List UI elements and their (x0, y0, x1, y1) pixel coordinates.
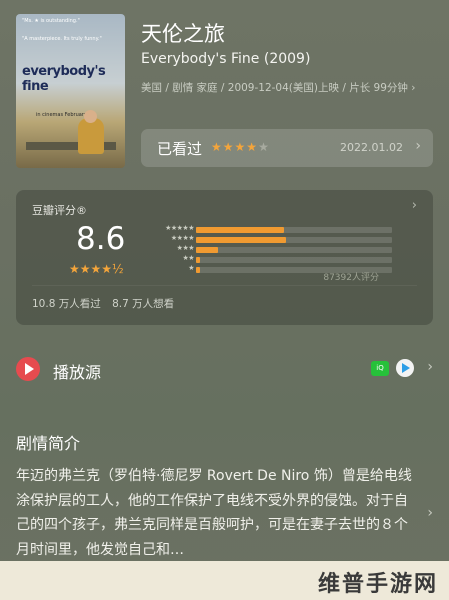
audience-stats: 10.8 万人看过 8.7 万人想看 (32, 296, 182, 311)
rating-bar-fill (196, 267, 200, 273)
watched-count: 10.8 万人看过 (32, 298, 101, 310)
iqiyi-icon[interactable]: iQ (371, 361, 389, 376)
douban-rating-card[interactable]: 豆瓣评分® › 8.6 ★★★★½ ★★★★★ ★★★★ ★★★ ★★ ★ 87392人… (16, 190, 433, 325)
chevron-right-icon: › (415, 138, 421, 154)
synopsis-heading: 剧情简介 (16, 434, 81, 453)
rating-stars: ★★★★½ (69, 262, 124, 276)
poster-quote-2: "A masterpiece. Its truly funny." (22, 36, 102, 42)
movie-original-title: Everybody's Fine (2009) (141, 51, 311, 67)
star-icon: ★ (234, 140, 247, 154)
play-source-label: 播放源 (53, 363, 102, 382)
poster-figure (78, 118, 104, 154)
rating-bar-row: ★★★ (128, 244, 398, 254)
star-icon: ★ (246, 140, 259, 154)
rating-bar-label: ★★★★★ (165, 224, 194, 232)
rating-bar-fill (196, 247, 218, 253)
rating-bar-track (196, 227, 392, 233)
poster-figure-head (84, 110, 97, 123)
rating-bar-fill (196, 227, 285, 233)
my-rating-stars: ★★★★★ (211, 140, 270, 154)
rating-bar-fill (196, 237, 287, 243)
rating-bar-label: ★ (188, 264, 194, 272)
movie-poster[interactable]: "Ms. ★ is outstanding." "A masterpiece. … (16, 14, 125, 168)
watched-label: 已看过 (157, 140, 203, 158)
star-icon: ★ (222, 140, 235, 154)
star-icon: ★ (258, 140, 270, 154)
watched-date: 2022.01.02 (340, 141, 403, 154)
rating-heading: 豆瓣评分® (32, 204, 87, 217)
poster-quote-1: "Ms. ★ is outstanding." (22, 18, 80, 24)
chevron-right-icon: › (411, 198, 417, 213)
rating-bar-fill (196, 257, 200, 263)
movie-title: 天伦之旅 (141, 22, 225, 46)
watermark: 维普手游网 (318, 572, 439, 597)
play-source-row[interactable]: 播放源 iQ › (16, 354, 433, 386)
want-count: 8.7 万人想看 (112, 298, 175, 310)
rating-bar-label: ★★★★ (170, 234, 195, 242)
rating-bar-track (196, 247, 392, 253)
tencent-video-icon[interactable] (396, 359, 414, 377)
rating-score: 8.6 (76, 221, 126, 257)
rating-bar-track (196, 257, 392, 263)
rating-bar-row: ★★★★ (128, 234, 398, 244)
chevron-right-icon: › (427, 505, 433, 521)
rating-bar-row: ★★ (128, 254, 398, 264)
rating-bar-track (196, 237, 392, 243)
rating-bar-row: ★★★★★ (128, 224, 398, 234)
chevron-right-icon: › (427, 359, 433, 375)
synopsis-text[interactable]: 年迈的弗兰克（罗伯特·德尼罗 Rovert De Niro 饰）曾是给电线涂保护… (16, 464, 414, 562)
watched-status-card[interactable]: 已看过 ★★★★★ 2022.01.02 › (141, 129, 433, 167)
rating-bar-label: ★★ (182, 254, 194, 262)
divider (32, 285, 417, 286)
rating-bar-label: ★★★ (176, 244, 195, 252)
rating-count: 87392人评分 (323, 273, 379, 283)
star-icon: ★ (211, 140, 223, 154)
poster-title: everybody's fine (22, 64, 106, 94)
movie-meta[interactable]: 美国 / 剧情 家庭 / 2009-12-04(美国)上映 / 片长 99分钟 … (141, 81, 416, 96)
play-icon (16, 357, 40, 381)
